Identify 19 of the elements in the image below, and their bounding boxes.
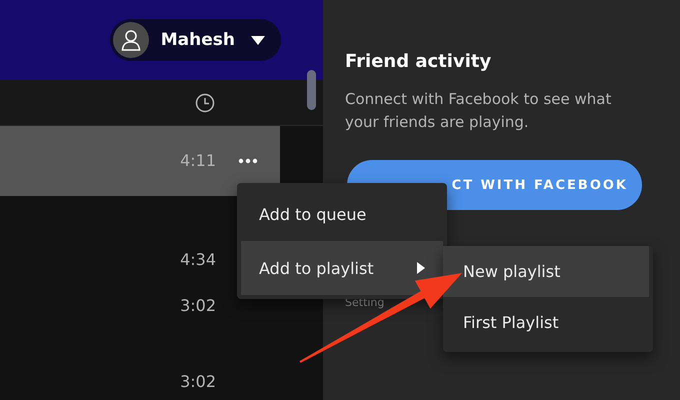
track-row[interactable]: 3:02 bbox=[0, 360, 280, 400]
more-icon[interactable] bbox=[238, 158, 258, 164]
scrollbar-thumb[interactable] bbox=[307, 70, 316, 110]
panel-title: Friend activity bbox=[345, 50, 492, 74]
track-row[interactable]: 4:11 bbox=[0, 126, 280, 196]
track-duration: 4:11 bbox=[180, 150, 216, 172]
clock-icon bbox=[195, 92, 215, 112]
menu-item[interactable]: First Playlist bbox=[443, 297, 649, 348]
track-duration: 3:02 bbox=[180, 371, 216, 393]
avatar-icon bbox=[112, 22, 149, 58]
menu-item-label: First Playlist bbox=[463, 313, 559, 332]
panel-description: Connect with Facebook to see what your friends are playing. bbox=[345, 89, 612, 133]
menu-item-label: Add to playlist bbox=[259, 258, 374, 278]
user-menu-button[interactable]: Mahesh bbox=[110, 19, 281, 61]
menu-item[interactable]: New playlist bbox=[443, 246, 649, 297]
caret-icon bbox=[251, 36, 265, 44]
menu-item[interactable]: Add to playlist bbox=[241, 241, 443, 295]
menu-item-label: New playlist bbox=[463, 262, 560, 281]
track-duration: 3:02 bbox=[180, 295, 216, 317]
